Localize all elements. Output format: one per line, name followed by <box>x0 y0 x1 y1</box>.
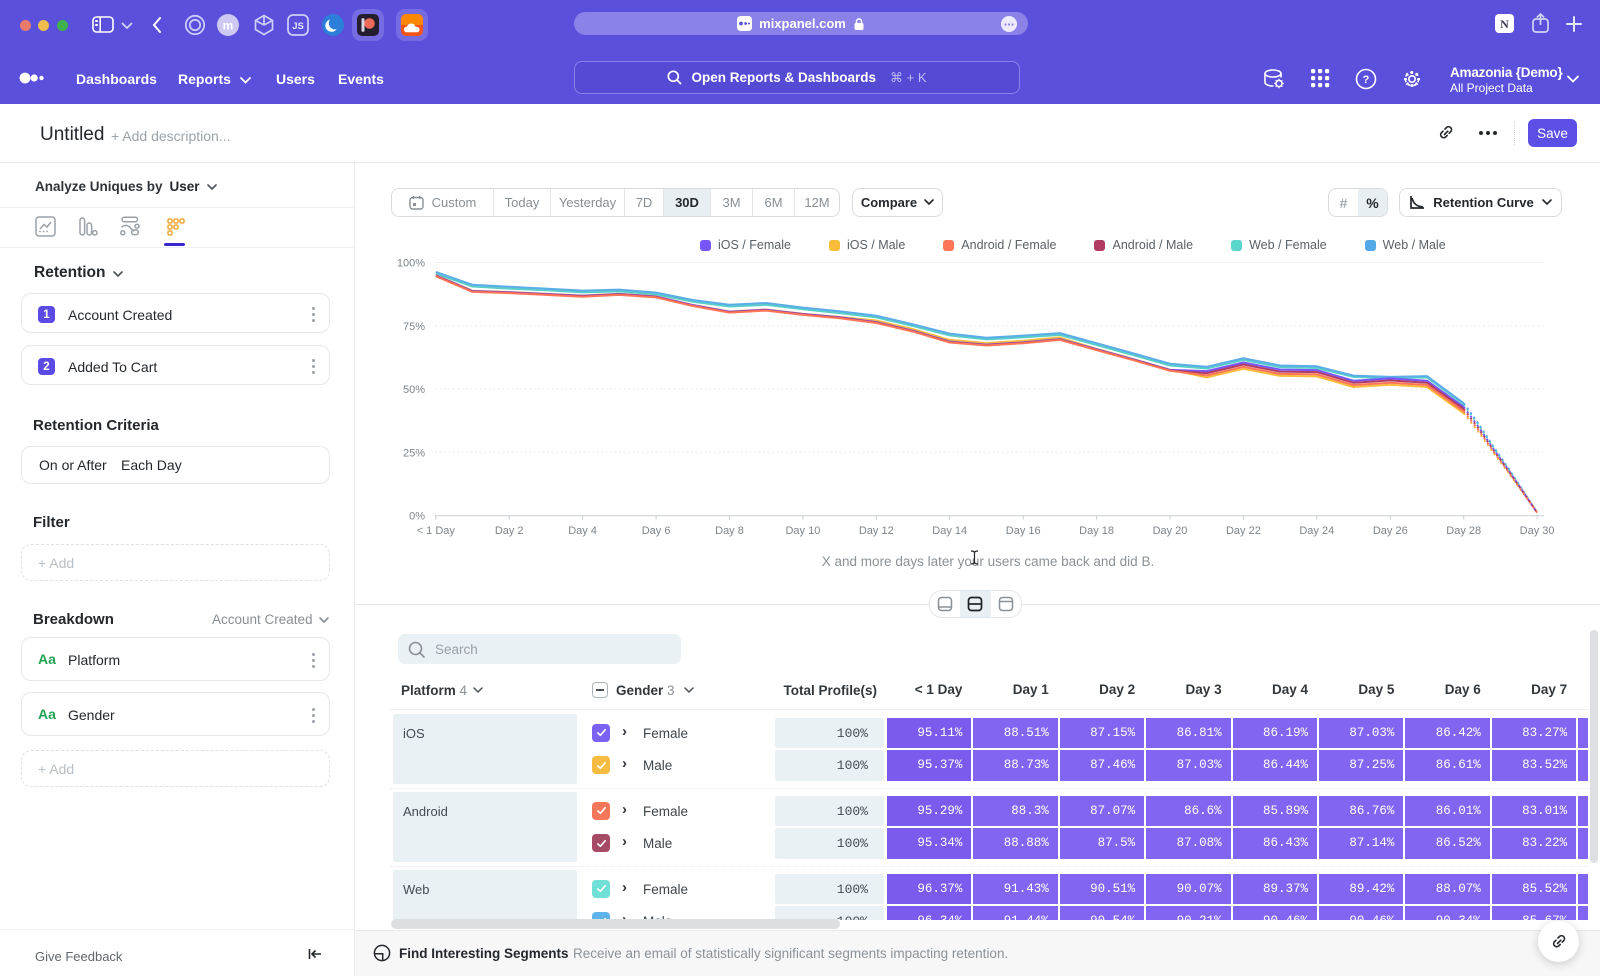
svg-text:Day 14: Day 14 <box>932 525 967 537</box>
svg-text:Day 16: Day 16 <box>1006 525 1041 537</box>
svg-text:Day 20: Day 20 <box>1153 525 1188 537</box>
svg-text:75%: 75% <box>403 321 425 333</box>
svg-text:Day 30: Day 30 <box>1520 525 1555 537</box>
svg-text:Day 26: Day 26 <box>1373 525 1408 537</box>
svg-text:< 1 Day: < 1 Day <box>417 525 456 537</box>
svg-text:Day 2: Day 2 <box>495 525 524 537</box>
svg-text:Day 6: Day 6 <box>642 525 671 537</box>
svg-text:Day 28: Day 28 <box>1446 525 1481 537</box>
svg-text:25%: 25% <box>403 447 425 459</box>
svg-text:Day 4: Day 4 <box>568 525 597 537</box>
svg-text:50%: 50% <box>403 384 425 396</box>
svg-text:Day 8: Day 8 <box>715 525 744 537</box>
svg-text:Day 10: Day 10 <box>785 525 820 537</box>
svg-text:Day 12: Day 12 <box>859 525 894 537</box>
svg-text:Day 24: Day 24 <box>1299 525 1334 537</box>
svg-text:0%: 0% <box>409 511 425 523</box>
svg-text:Day 22: Day 22 <box>1226 525 1261 537</box>
svg-text:100%: 100% <box>397 258 425 270</box>
svg-text:Day 18: Day 18 <box>1079 525 1114 537</box>
